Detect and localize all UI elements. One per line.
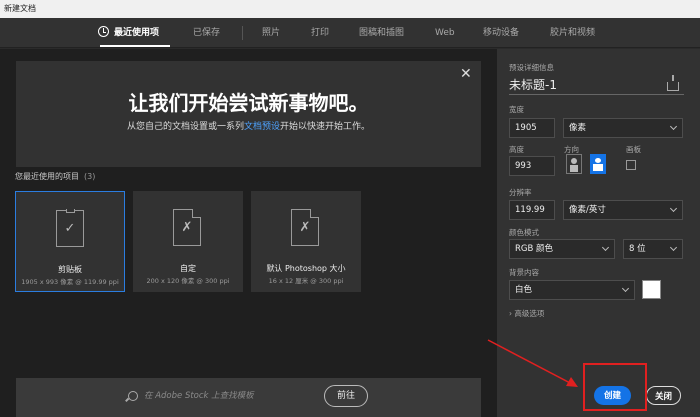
recent-item-name: 自定	[180, 264, 196, 273]
tab-film-video[interactable]: 胶片和视频	[550, 18, 595, 48]
document-title-input[interactable]: 未标题-1	[509, 76, 557, 93]
tab-photo[interactable]: 照片	[262, 18, 280, 48]
background-color-swatch[interactable]	[642, 280, 661, 299]
chevron-down-icon	[669, 243, 678, 252]
recent-item-name: 默认 Photoshop 大小	[266, 264, 346, 273]
landscape-orientation-button[interactable]	[590, 154, 606, 174]
document-icon: ✗	[291, 209, 319, 246]
width-unit-value: 像素	[569, 123, 587, 133]
pen-ruler-icon: ✗	[299, 220, 311, 235]
pen-ruler-icon: ✗	[181, 220, 193, 235]
recent-item-name: 剪贴板	[58, 265, 82, 274]
stock-search-bar: 前往	[16, 378, 481, 417]
document-icon: ✗	[173, 209, 201, 246]
recent-count: (3)	[84, 172, 96, 181]
main-area: 让我们开始尝试新事物吧。 从您自己的文档设置或一系列文档预设开始以快速开始工作。…	[0, 49, 497, 417]
tab-recent[interactable]: 最近使用项	[98, 18, 159, 48]
tab-art-illustration[interactable]: 图稿和插图	[359, 18, 404, 48]
chevron-down-icon	[621, 284, 630, 293]
background-select[interactable]: 白色	[509, 280, 635, 300]
bit-depth-value: 8 位	[629, 244, 646, 254]
doc-presets-link[interactable]: 文档预设	[244, 122, 280, 132]
portrait-orientation-button[interactable]	[566, 154, 582, 174]
background-value: 白色	[515, 285, 533, 295]
recent-item-dims: 16 x 12 厘米 @ 300 ppi	[268, 277, 344, 285]
width-field[interactable]: 1905	[509, 118, 555, 138]
background-label: 背景内容	[509, 268, 539, 277]
chevron-down-icon	[669, 122, 678, 131]
search-icon	[128, 391, 138, 401]
bit-depth-select[interactable]: 8 位	[623, 239, 683, 259]
recent-item-dims: 1905 x 993 像素 @ 119.99 ppi	[21, 278, 119, 286]
active-tab-indicator	[100, 45, 170, 47]
color-mode-select[interactable]: RGB 颜色	[509, 239, 615, 259]
color-mode-value: RGB 颜色	[515, 244, 554, 254]
resolution-label: 分辨率	[509, 188, 532, 197]
artboard-checkbox[interactable]	[626, 160, 636, 170]
chevron-down-icon	[601, 243, 610, 252]
height-label: 高度	[509, 145, 524, 154]
welcome-banner: 让我们开始尝试新事物吧。 从您自己的文档设置或一系列文档预设开始以快速开始工作。…	[16, 61, 481, 167]
width-unit-select[interactable]: 像素	[563, 118, 683, 138]
tab-web[interactable]: Web	[435, 18, 455, 48]
tab-saved[interactable]: 已保存	[193, 18, 220, 48]
tab-mobile[interactable]: 移动设备	[483, 18, 519, 48]
advanced-options-label: 高级选项	[514, 309, 545, 318]
resolution-unit-select[interactable]: 像素/英寸	[563, 200, 683, 220]
tab-bar: 最近使用项 已保存 照片 打印 图稿和插图 Web 移动设备 胶片和视频	[0, 18, 700, 48]
recent-item-custom[interactable]: ✗ 自定 200 x 120 像素 @ 300 ppi	[133, 191, 243, 292]
advanced-options-toggle[interactable]: › 高级选项	[509, 308, 544, 319]
artboard-label: 画板	[626, 145, 641, 154]
annotation-highlight-box	[583, 363, 647, 411]
preset-details-panel: 预设详细信息 未标题-1 宽度 1905 像素 高度 方向 画板 993 分辨率…	[497, 49, 700, 417]
subtitle-text: 从您自己的文档设置或一系列	[126, 122, 244, 132]
recent-item-dims: 200 x 120 像素 @ 300 ppi	[146, 277, 230, 285]
go-button[interactable]: 前往	[324, 385, 368, 407]
recent-header: 您最近使用的项目 (3)	[15, 171, 95, 182]
stock-search-input[interactable]	[144, 388, 314, 404]
recent-title: 您最近使用的项目	[15, 172, 79, 181]
close-button[interactable]: 关闭	[646, 386, 681, 405]
resolution-field[interactable]: 119.99	[509, 200, 555, 220]
tab-print[interactable]: 打印	[311, 18, 329, 48]
recent-item-default[interactable]: ✗ 默认 Photoshop 大小 16 x 12 厘米 @ 300 ppi	[251, 191, 361, 292]
window-titlebar: 新建文档	[0, 0, 700, 18]
color-mode-label: 颜色模式	[509, 228, 539, 237]
clock-icon	[98, 26, 109, 37]
save-preset-icon[interactable]	[667, 75, 679, 91]
subtitle-text-end: 开始以快速开始工作。	[280, 122, 371, 132]
chevron-right-icon: ›	[509, 309, 512, 318]
close-icon[interactable]: ✕	[460, 66, 472, 82]
tab-separator	[242, 26, 243, 40]
width-label: 宽度	[509, 105, 524, 114]
tab-label: 最近使用项	[114, 28, 160, 38]
recent-item-clipboard[interactable]: ✓ 剪贴板 1905 x 993 像素 @ 119.99 ppi	[15, 191, 125, 292]
welcome-subtitle: 从您自己的文档设置或一系列文档预设开始以快速开始工作。	[16, 119, 481, 132]
title-underline	[509, 94, 684, 95]
clipboard-doc-icon: ✓	[56, 209, 84, 247]
resolution-unit-value: 像素/英寸	[569, 205, 606, 215]
chevron-down-icon	[669, 204, 678, 213]
check-icon: ✓	[64, 221, 76, 236]
height-field[interactable]: 993	[509, 156, 555, 176]
preset-section-label: 预设详细信息	[509, 63, 554, 72]
welcome-title: 让我们开始尝试新事物吧。	[128, 91, 369, 115]
